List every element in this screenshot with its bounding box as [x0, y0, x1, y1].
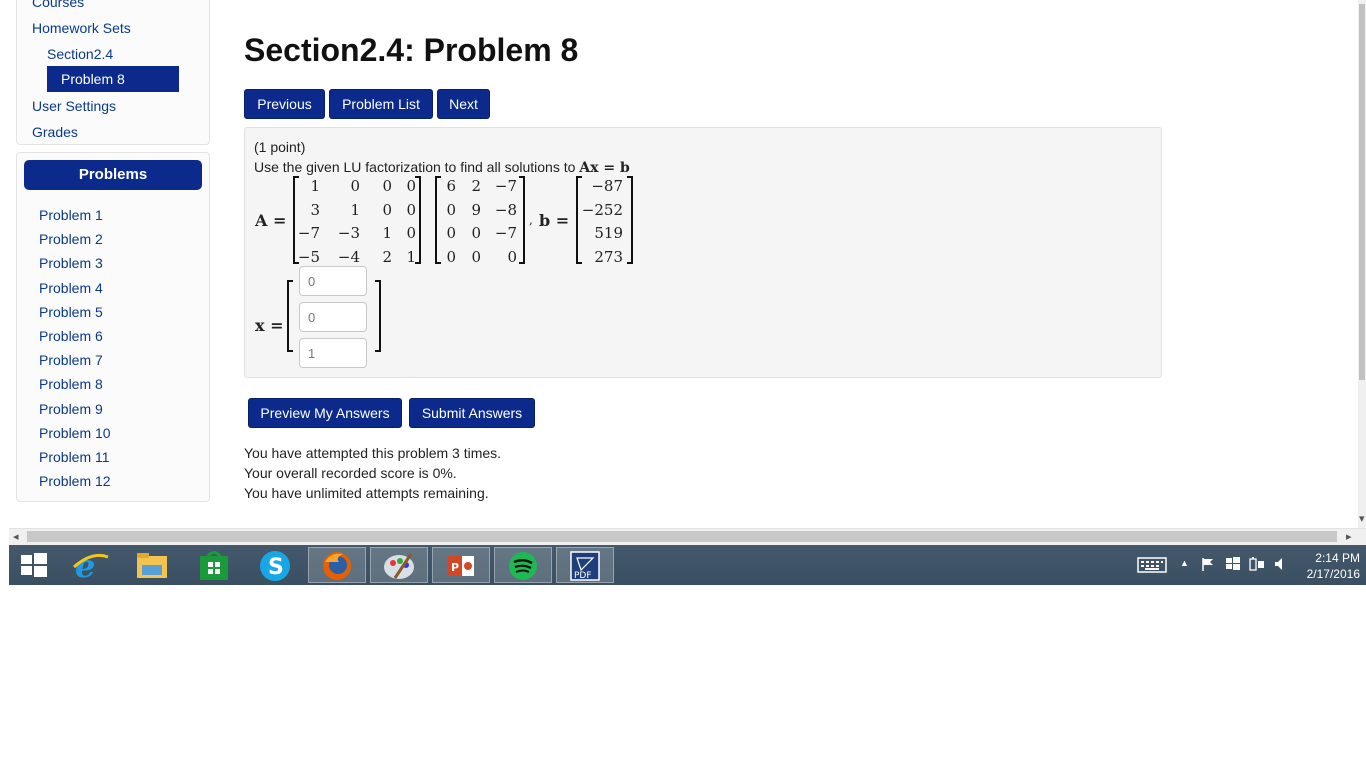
matrix-L-cell: 1: [310, 177, 320, 195]
problems-header: Problems: [24, 160, 202, 190]
matrix-U-cell: 2: [471, 177, 481, 195]
matrix-L-cell: 0: [350, 177, 360, 195]
scroll-left-arrow-icon[interactable]: ◂: [13, 530, 19, 543]
matrix-U-cell: 0: [507, 247, 517, 266]
page-title: Section2.4: Problem 8: [244, 32, 579, 68]
matrix-L-cell: 0: [406, 177, 416, 195]
problem-link[interactable]: Problem 10: [39, 425, 111, 441]
instruction-math: Ax = b: [579, 160, 630, 176]
instruction-text: Use the given LU factorization to find a…: [254, 159, 576, 175]
label-A: A =: [255, 211, 287, 230]
skype-icon[interactable]: S: [246, 547, 304, 583]
problem-link[interactable]: Problem 8: [39, 376, 103, 392]
scroll-down-arrow-icon[interactable]: ▾: [1359, 512, 1365, 525]
nav-problem-active[interactable]: Problem 8: [47, 66, 179, 92]
problem-link[interactable]: Problem 4: [39, 280, 103, 296]
volume-icon[interactable]: [1273, 556, 1287, 575]
battery-icon[interactable]: [1248, 556, 1266, 575]
vector-b-right-bracket: [627, 176, 633, 264]
problem-link[interactable]: Problem 6: [39, 328, 103, 344]
show-hidden-icons-icon[interactable]: ▲: [1180, 558, 1189, 568]
vector-x-right-bracket: [375, 280, 381, 352]
vector-b-cell: −252: [581, 200, 623, 219]
internet-explorer-icon[interactable]: e: [62, 547, 120, 585]
nav-grades[interactable]: Grades: [32, 124, 78, 140]
answer-x3-input[interactable]: 1: [299, 338, 367, 368]
matrix-U-cell: 9: [471, 200, 481, 219]
scroll-right-arrow-icon[interactable]: ▸: [1346, 530, 1352, 543]
problem-link[interactable]: Problem 1: [39, 207, 103, 223]
label-b: b =: [539, 211, 570, 230]
submit-answers-button[interactable]: Submit Answers: [409, 398, 535, 428]
matrix-L-cell: −5: [297, 247, 320, 266]
previous-button[interactable]: Previous: [244, 89, 325, 119]
matrix-L-cell: 0: [406, 200, 416, 219]
matrix-U-cell: 0: [471, 224, 481, 242]
answer-x1-input[interactable]: 0: [299, 266, 367, 296]
paint-icon[interactable]: [370, 547, 428, 583]
spotify-icon[interactable]: [494, 547, 552, 583]
problem-link[interactable]: Problem 11: [39, 449, 110, 465]
problem-instruction: Use the given LU factorization to find a…: [254, 159, 630, 176]
windows-start-icon[interactable]: [10, 547, 68, 583]
nav-section[interactable]: Section2.4: [47, 46, 113, 62]
vertical-scroll-thumb[interactable]: [1359, 4, 1365, 380]
svg-text:PDF: PDF: [574, 571, 592, 581]
matrix-L-cell: 0: [406, 224, 416, 242]
matrix-L-cell: −4: [337, 247, 360, 266]
preview-answers-button[interactable]: Preview My Answers: [248, 398, 402, 428]
matrix-L-cell: −7: [297, 224, 320, 242]
comma: ,: [529, 213, 533, 227]
status-attempts: You have attempted this problem 3 times.: [244, 445, 502, 461]
matrix-U-cell: −7: [494, 177, 517, 195]
next-button[interactable]: Next: [437, 89, 490, 119]
vector-b-cell: 273: [594, 247, 623, 266]
horizontal-scroll-thumb[interactable]: [27, 531, 1337, 542]
matrix-L-cell: −3: [337, 224, 360, 242]
label-x: x =: [255, 316, 284, 335]
matrix-L-cell: 3: [310, 200, 320, 219]
clock[interactable]: 2:14 PM 2/17/2016: [1300, 550, 1360, 582]
matrix-U-cell: 0: [471, 247, 481, 266]
status-score: Your overall recorded score is 0%.: [244, 465, 457, 481]
nav-user-settings[interactable]: User Settings: [32, 98, 116, 114]
problem-points: (1 point): [254, 139, 306, 155]
nav-courses[interactable]: Courses: [32, 0, 84, 10]
matrix-L-cell: 1: [406, 247, 416, 266]
matrix-U-right-bracket: [519, 176, 525, 264]
store-icon[interactable]: [184, 547, 242, 583]
clock-time: 2:14 PM: [1315, 551, 1360, 565]
powerpoint-icon[interactable]: P: [432, 547, 490, 583]
pdf-icon[interactable]: PDF: [556, 547, 614, 583]
vector-b-cell: 519: [594, 224, 623, 242]
answer-x2-input[interactable]: 0: [299, 302, 367, 332]
problem-link[interactable]: Problem 12: [39, 473, 111, 489]
matrix-U-cell: −7: [494, 224, 517, 242]
vector-b-cell: −87: [591, 177, 623, 195]
status-remaining: You have unlimited attempts remaining.: [244, 485, 489, 501]
problem-link[interactable]: Problem 7: [39, 352, 103, 368]
keyboard-icon[interactable]: [1137, 556, 1167, 577]
action-center-flag-icon[interactable]: [1200, 556, 1216, 575]
problem-link[interactable]: Problem 5: [39, 304, 103, 320]
file-explorer-icon[interactable]: [122, 547, 180, 583]
problem-list-button[interactable]: Problem List: [329, 89, 433, 119]
nav-homework-sets[interactable]: Homework Sets: [32, 20, 131, 36]
clock-date: 2/17/2016: [1306, 567, 1360, 581]
firefox-icon[interactable]: [308, 547, 366, 583]
problem-link[interactable]: Problem 2: [39, 231, 103, 247]
matrix-U-cell: −8: [494, 200, 517, 219]
problem-link[interactable]: Problem 9: [39, 401, 103, 417]
problem-link[interactable]: Problem 3: [39, 255, 103, 271]
svg-text:S: S: [268, 555, 284, 580]
matrix-L-cell: 1: [350, 200, 360, 219]
windows-tray-icon[interactable]: [1225, 556, 1241, 575]
vector-x-left-bracket: [287, 280, 293, 352]
svg-text:P: P: [451, 561, 459, 574]
